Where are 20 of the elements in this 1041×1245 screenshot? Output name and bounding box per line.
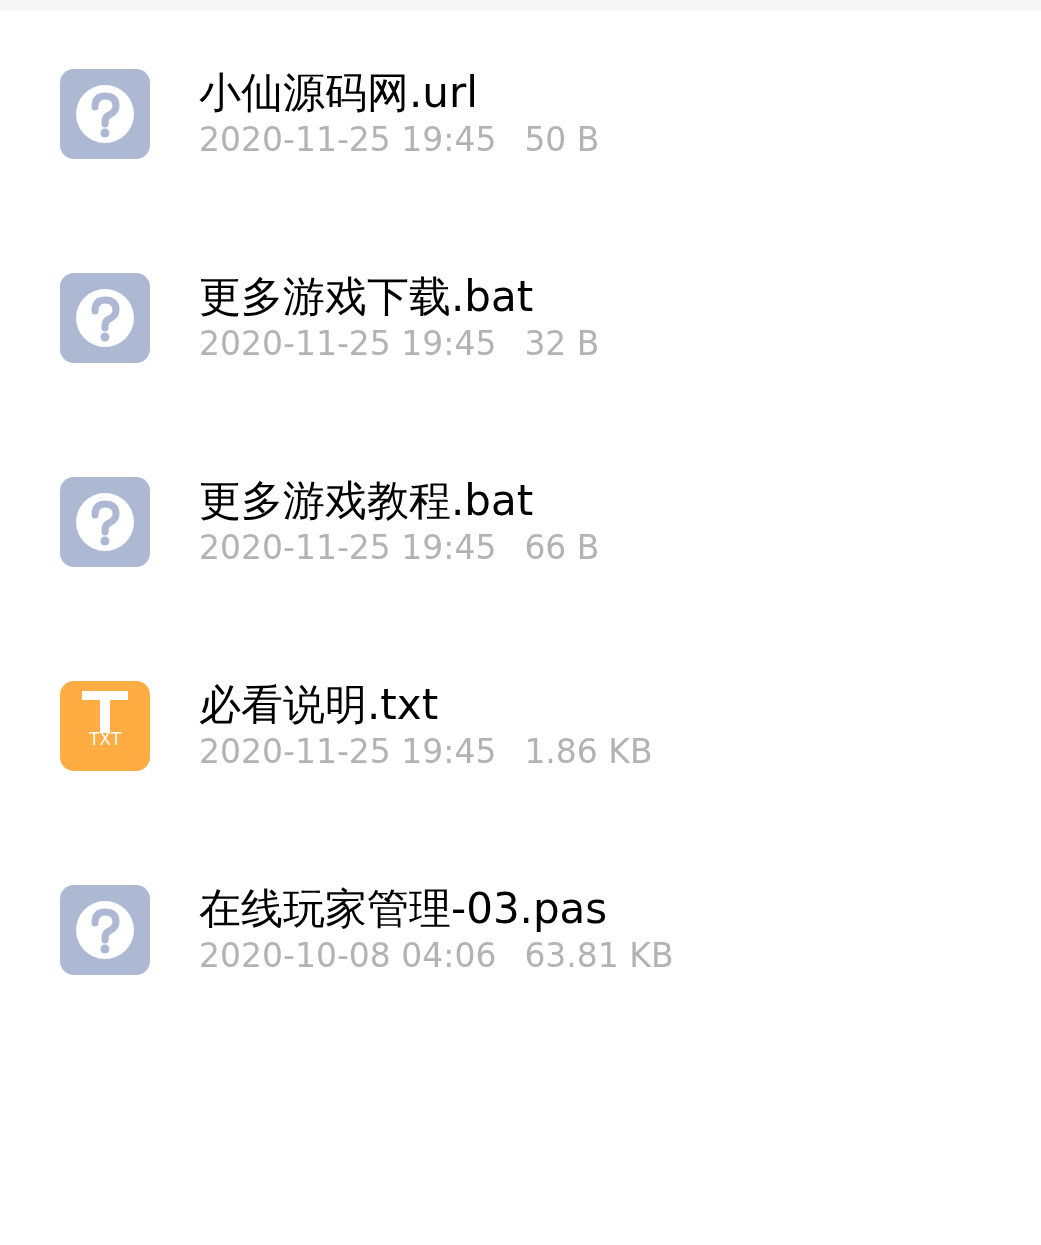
file-name[interactable]: 在线玩家管理-03.pas [199,883,674,935]
file-size: 50 B [524,119,600,161]
unknown-file-icon [60,273,150,363]
file-date: 2020-11-25 19:45 [199,119,497,161]
file-date: 2020-10-08 04:06 [199,935,497,977]
file-size: 63.81 KB [524,935,674,977]
unknown-file-icon [60,885,150,975]
text-file-icon: TXT [60,681,150,771]
file-size: 32 B [524,323,600,365]
file-date: 2020-11-25 19:45 [199,731,497,773]
file-size: 1.86 KB [524,731,653,773]
file-name[interactable]: 必看说明.txt [199,679,653,731]
file-size: 66 B [524,527,600,569]
file-name[interactable]: 小仙源码网.url [199,67,600,119]
file-name[interactable]: 更多游戏教程.bat [199,475,600,527]
unknown-file-icon [60,69,150,159]
file-date: 2020-11-25 19:45 [199,527,497,569]
unknown-file-icon [60,477,150,567]
file-name[interactable]: 更多游戏下载.bat [199,271,600,323]
file-date: 2020-11-25 19:45 [199,323,497,365]
